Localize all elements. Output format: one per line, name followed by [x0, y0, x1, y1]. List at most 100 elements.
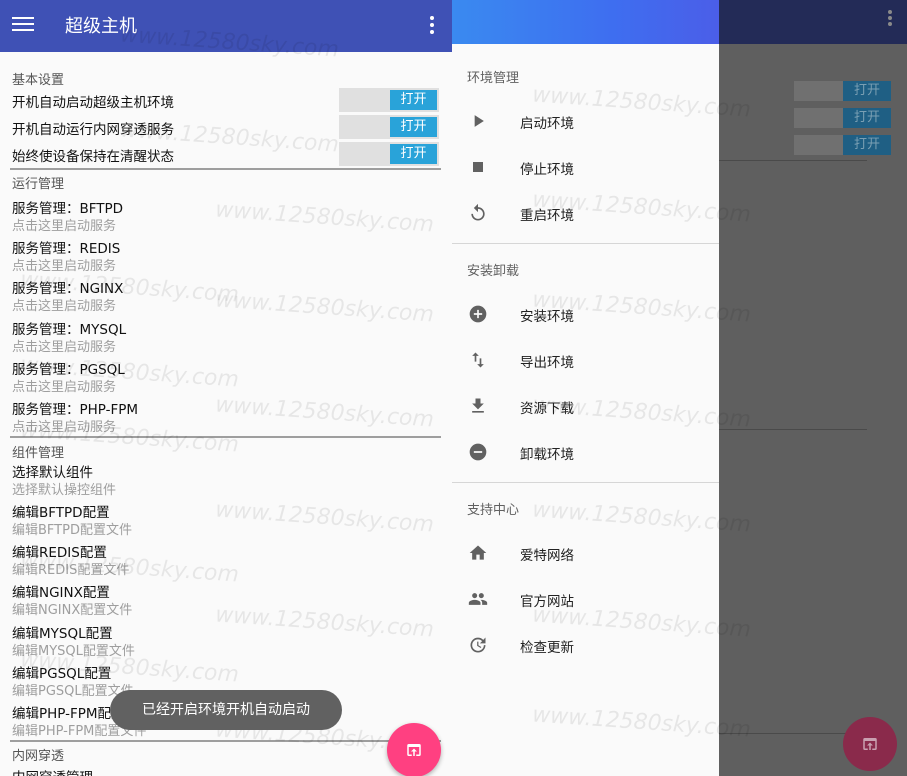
service-phpfpm[interactable]: 服务管理：PHP-FPM [12, 398, 138, 418]
service-mysql-sub: 点击这里启动服务 [12, 340, 117, 355]
component-bftpd-config[interactable]: 编辑BFTPD配置 [12, 501, 110, 521]
drawer-item-label: 资源下载 [520, 401, 574, 417]
divider [10, 436, 441, 438]
autorun-tunnel-switch[interactable]: 打开 [339, 115, 439, 139]
drawer-item-stop-env[interactable]: 停止环境 [452, 147, 719, 187]
service-redis[interactable]: 服务管理：REDIS [12, 237, 120, 257]
drawer-item-aite-network[interactable]: 爱特网络 [452, 533, 719, 573]
drawer-item-label: 重启环境 [520, 208, 574, 224]
divider [10, 168, 441, 170]
watermark: www.12580sky.com [214, 497, 435, 538]
component-default[interactable]: 选择默认组件 [12, 461, 93, 481]
navigation-drawer: 环境管理 启动环境 停止环境 重启环境 安装卸载 安装环境 导出环境 资源下载 [452, 0, 752, 776]
open-in-app-icon [863, 738, 877, 750]
watermark: www.12580sky.com [531, 702, 752, 743]
drawer-item-check-update[interactable]: 检查更新 [452, 625, 719, 665]
dimmed-switch: 打开 [794, 135, 891, 155]
section-header-components: 组件管理 [12, 446, 65, 461]
watermark: www.12580sky.com [214, 287, 435, 328]
drawer-item-restart-env[interactable]: 重启环境 [452, 193, 719, 233]
play-icon [474, 115, 484, 127]
add-circle-icon [469, 305, 487, 323]
setting-keep-awake[interactable]: 始终使设备保持在清醒状态 [12, 145, 174, 165]
more-options-icon [888, 10, 894, 28]
drawer-item-uninstall-env[interactable]: 卸载环境 [452, 432, 719, 472]
setting-autostart-env[interactable]: 开机自动启动超级主机环境 [12, 91, 174, 111]
drawer-screen: 打开 打开 打开 环境管理 启动环境 停止环境 重启环境 安装卸载 安装环境 导… [452, 0, 907, 776]
home-icon [469, 545, 487, 560]
switch-on-label: 打开 [390, 90, 437, 110]
component-mysql-config[interactable]: 编辑MYSQL配置 [12, 622, 113, 642]
service-bftpd[interactable]: 服务管理：BFTPD [12, 197, 123, 217]
app-bar: 超级主机 [0, 0, 452, 52]
drawer-item-official-site[interactable]: 官方网站 [452, 579, 719, 619]
drawer-section-install: 安装卸载 [467, 264, 520, 279]
autostart-env-switch[interactable]: 打开 [339, 88, 439, 112]
service-nginx[interactable]: 服务管理：NGINX [12, 277, 123, 297]
drawer-header [452, 0, 719, 44]
tunnel-management[interactable]: 内网穿透管理 [12, 766, 93, 776]
drawer-item-label: 官方网站 [520, 594, 574, 610]
drawer-item-label: 停止环境 [520, 162, 574, 178]
settings-screen: 超级主机 基本设置 开机自动启动超级主机环境 打开 开机自动运行内网穿透服务 打… [0, 0, 452, 776]
switch-on-label: 打开 [843, 81, 891, 101]
dimmed-divider [717, 429, 867, 430]
service-phpfpm-sub: 点击这里启动服务 [12, 420, 117, 435]
people-icon [468, 593, 488, 605]
open-in-app-icon [407, 744, 421, 756]
drawer-divider [452, 482, 719, 483]
section-header-tunnel: 内网穿透 [12, 749, 65, 764]
component-default-sub: 选择默认操控组件 [12, 483, 117, 498]
watermark: www.12580sky.com [531, 497, 752, 538]
swap-vertical-icon [472, 352, 484, 368]
drawer-item-label: 启动环境 [520, 116, 574, 132]
drawer-item-export-env[interactable]: 导出环境 [452, 340, 719, 380]
more-options-icon[interactable] [430, 16, 438, 36]
service-mysql[interactable]: 服务管理：MYSQL [12, 318, 126, 338]
component-bftpd-config-sub: 编辑BFTPD配置文件 [12, 523, 132, 538]
component-mysql-config-sub: 编辑MYSQL配置文件 [12, 644, 135, 659]
component-phpfpm-config[interactable]: 编辑PHP-FPM配置 [12, 702, 125, 722]
section-header-basic: 基本设置 [12, 73, 65, 88]
component-nginx-config[interactable]: 编辑NGINX配置 [12, 581, 110, 601]
update-icon [470, 637, 486, 653]
remove-circle-icon [469, 443, 487, 461]
section-header-run: 运行管理 [12, 177, 65, 192]
restart-icon [471, 203, 485, 221]
switch-on-label: 打开 [843, 108, 891, 128]
divider [10, 740, 441, 742]
dimmed-divider [717, 160, 867, 161]
stop-icon [473, 162, 483, 172]
service-pgsql-sub: 点击这里启动服务 [12, 380, 117, 395]
drawer-item-resource-download[interactable]: 资源下载 [452, 386, 719, 426]
drawer-divider [452, 243, 719, 244]
watermark: www.12580sky.com [214, 602, 435, 643]
drawer-item-install-env[interactable]: 安装环境 [452, 294, 719, 334]
switch-on-label: 打开 [843, 135, 891, 155]
app-title: 超级主机 [65, 16, 137, 37]
drawer-item-label: 安装环境 [520, 309, 574, 325]
menu-icon[interactable] [12, 14, 34, 36]
setting-autorun-tunnel[interactable]: 开机自动运行内网穿透服务 [12, 118, 174, 138]
dimmed-fab [843, 717, 897, 771]
watermark: www.12580sky.com [214, 197, 435, 238]
drawer-item-label: 卸载环境 [520, 447, 574, 463]
service-pgsql[interactable]: 服务管理：PGSQL [12, 358, 125, 378]
drawer-section-support: 支持中心 [467, 503, 520, 518]
component-redis-config-sub: 编辑REDIS配置文件 [12, 563, 130, 578]
drawer-item-label: 爱特网络 [520, 548, 574, 564]
switch-on-label: 打开 [390, 117, 437, 137]
service-nginx-sub: 点击这里启动服务 [12, 299, 117, 314]
service-bftpd-sub: 点击这里启动服务 [12, 219, 117, 234]
drawer-section-env: 环境管理 [467, 71, 520, 86]
dimmed-switch: 打开 [794, 81, 891, 101]
keep-awake-switch[interactable]: 打开 [339, 142, 439, 166]
component-redis-config[interactable]: 编辑REDIS配置 [12, 541, 107, 561]
open-console-fab[interactable] [387, 723, 441, 776]
drawer-item-start-env[interactable]: 启动环境 [452, 101, 719, 141]
download-icon [472, 398, 484, 413]
component-pgsql-config[interactable]: 编辑PGSQL配置 [12, 662, 111, 682]
switch-on-label: 打开 [390, 144, 437, 164]
toast-message: 已经开启环境开机自动启动 [110, 690, 342, 730]
watermark: www.12580sky.com [214, 392, 435, 433]
